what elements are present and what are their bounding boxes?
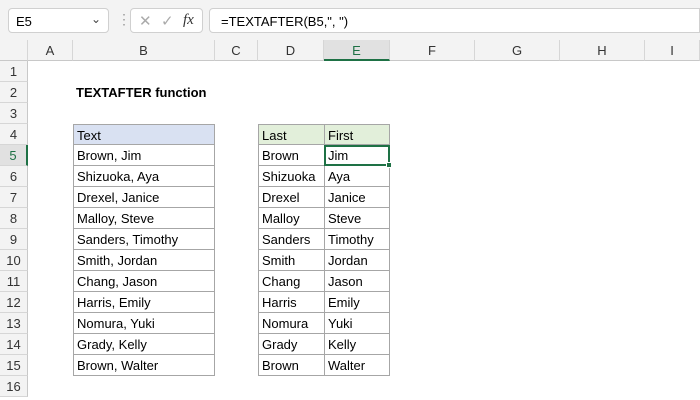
row-header-16[interactable]: 16: [0, 376, 28, 397]
source-header[interactable]: Text: [73, 124, 215, 145]
source-cell[interactable]: Malloy, Steve: [73, 208, 215, 229]
source-cell[interactable]: Brown, Jim: [73, 145, 215, 166]
last-name-cell[interactable]: Chang: [258, 271, 325, 292]
column-header-B[interactable]: B: [73, 40, 215, 61]
source-cell[interactable]: Smith, Jordan: [73, 250, 215, 271]
first-name-cell[interactable]: Aya: [324, 166, 390, 187]
first-name-cell[interactable]: Janice: [324, 187, 390, 208]
first-name-cell[interactable]: Kelly: [324, 334, 390, 355]
source-cell[interactable]: Nomura, Yuki: [73, 313, 215, 334]
source-cell[interactable]: Drexel, Janice: [73, 187, 215, 208]
row-header-5[interactable]: 5: [0, 145, 28, 166]
enter-icon[interactable]: ✓: [161, 12, 174, 30]
source-cell[interactable]: Chang, Jason: [73, 271, 215, 292]
row-header-14[interactable]: 14: [0, 334, 28, 355]
more-icon: ⋮: [117, 11, 131, 27]
last-name-cell[interactable]: Brown: [258, 145, 325, 166]
column-header-E[interactable]: E: [324, 40, 390, 61]
row-header-15[interactable]: 15: [0, 355, 28, 376]
row-header-3[interactable]: 3: [0, 103, 28, 124]
formula-input[interactable]: =TEXTAFTER(B5,", "): [209, 8, 700, 33]
row-header-11[interactable]: 11: [0, 271, 28, 292]
insert-function-icon[interactable]: fx: [183, 12, 194, 29]
column-header-C[interactable]: C: [215, 40, 258, 61]
source-cell[interactable]: Grady, Kelly: [73, 334, 215, 355]
first-name-cell[interactable]: Timothy: [324, 229, 390, 250]
result-header-last[interactable]: Last: [258, 124, 325, 145]
last-name-cell[interactable]: Drexel: [258, 187, 325, 208]
last-name-cell[interactable]: Harris: [258, 292, 325, 313]
column-header-I[interactable]: I: [645, 40, 700, 61]
source-cell[interactable]: Brown, Walter: [73, 355, 215, 376]
column-header-A[interactable]: A: [28, 40, 73, 61]
name-box[interactable]: E5 ⌄: [8, 8, 109, 33]
first-name-cell[interactable]: Yuki: [324, 313, 390, 334]
row-header-13[interactable]: 13: [0, 313, 28, 334]
first-name-cell[interactable]: Jordan: [324, 250, 390, 271]
row-header-9[interactable]: 9: [0, 229, 28, 250]
last-name-cell[interactable]: Nomura: [258, 313, 325, 334]
fill-handle[interactable]: [386, 162, 392, 168]
last-name-cell[interactable]: Grady: [258, 334, 325, 355]
last-name-cell[interactable]: Malloy: [258, 208, 325, 229]
row-header-12[interactable]: 12: [0, 292, 28, 313]
active-cell[interactable]: Jim: [324, 145, 390, 166]
row-header-7[interactable]: 7: [0, 187, 28, 208]
formula-bar-area: E5 ⌄ ⋮ ✕ ✓ fx =TEXTAFTER(B5,", "): [0, 0, 700, 40]
source-cell[interactable]: Harris, Emily: [73, 292, 215, 313]
chevron-down-icon[interactable]: ⌄: [91, 12, 101, 26]
cancel-icon[interactable]: ✕: [139, 12, 152, 30]
result-header-first[interactable]: First: [324, 124, 390, 145]
last-name-cell[interactable]: Sanders: [258, 229, 325, 250]
column-header-D[interactable]: D: [258, 40, 324, 61]
column-header-G[interactable]: G: [475, 40, 560, 61]
sheet-title: TEXTAFTER function: [76, 85, 207, 100]
row-header-8[interactable]: 8: [0, 208, 28, 229]
formula-buttons: ✕ ✓ fx: [130, 8, 203, 33]
last-name-cell[interactable]: Smith: [258, 250, 325, 271]
last-name-cell[interactable]: Brown: [258, 355, 325, 376]
first-name-cell[interactable]: Emily: [324, 292, 390, 313]
column-header-H[interactable]: H: [560, 40, 645, 61]
row-header-10[interactable]: 10: [0, 250, 28, 271]
row-header-6[interactable]: 6: [0, 166, 28, 187]
source-cell[interactable]: Shizuoka, Aya: [73, 166, 215, 187]
row-header-2[interactable]: 2: [0, 82, 28, 103]
first-name-cell[interactable]: Jason: [324, 271, 390, 292]
source-cell[interactable]: Sanders, Timothy: [73, 229, 215, 250]
last-name-cell[interactable]: Shizuoka: [258, 166, 325, 187]
row-header-1[interactable]: 1: [0, 61, 28, 82]
name-box-value: E5: [16, 14, 32, 29]
column-header-F[interactable]: F: [390, 40, 475, 61]
first-name-cell[interactable]: Steve: [324, 208, 390, 229]
row-header-4[interactable]: 4: [0, 124, 28, 145]
first-name-cell[interactable]: Walter: [324, 355, 390, 376]
select-all-corner[interactable]: [0, 40, 28, 61]
